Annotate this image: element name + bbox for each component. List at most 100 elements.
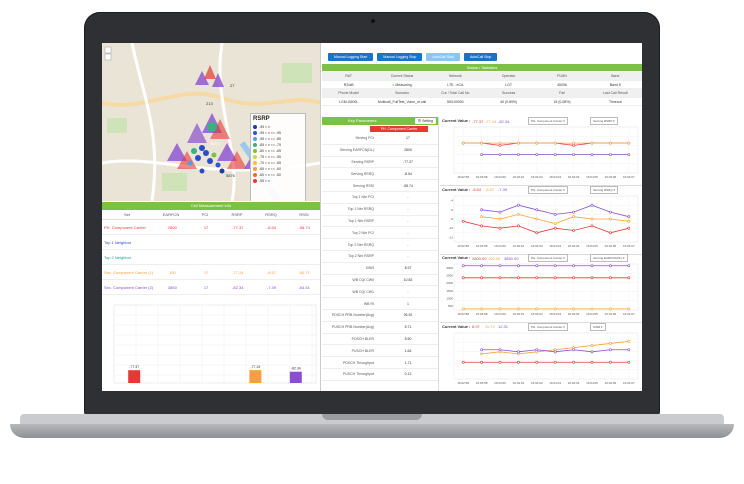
status-cell: Scenario (375, 89, 429, 98)
metric-dropdown[interactable]: Serving RSRQ ▾ (590, 185, 619, 194)
status-cell: Success (481, 89, 536, 98)
key-param-name: PDSCH BLER (351, 336, 374, 341)
logging-button-2[interactable]: AutoCall Start (426, 53, 460, 61)
series-point (480, 223, 484, 227)
logging-button-1[interactable]: Manual Logging Stop (377, 53, 423, 61)
time-tick-label: 16:04:05 (586, 244, 598, 248)
legend-label: -75 < x <= -55 (259, 155, 281, 159)
carrier-dropdown-label: PH. Component Carrier (531, 256, 563, 260)
cell-rssi (288, 250, 320, 265)
series-point (480, 307, 484, 311)
series-point (627, 276, 631, 280)
cell-pci: 17 (191, 265, 221, 280)
series-point (461, 141, 465, 145)
y-tick-label: 2500 (446, 274, 453, 278)
series-point (608, 341, 612, 345)
key-param-name: Serving RSSI (352, 183, 374, 188)
series-point (590, 217, 594, 220)
current-value: -77.24 (485, 118, 497, 124)
series-point (572, 228, 576, 232)
bar (289, 371, 302, 383)
key-param-value: -8.54 (404, 171, 412, 176)
key-param-row: WB CQI CW0 10.63 (322, 275, 438, 287)
series-point (535, 230, 539, 234)
cell-set: Top 2 Neighbor (102, 250, 154, 265)
rsrp-legend: RSRP -95 < x -95 < x <= -95 -95 < x <= -85… (250, 113, 306, 201)
series-point (517, 307, 520, 311)
y-tick-label: -4 (450, 198, 453, 202)
cell-header: RSSI (288, 211, 320, 220)
metric-dropdown[interactable]: SINR ▾ (590, 322, 606, 331)
metric-dropdown[interactable]: Serving RSRP ▾ (590, 117, 618, 125)
series-point (608, 276, 612, 280)
metric-dropdown-label: Serving EARFCN(DL) (593, 256, 623, 260)
map-view[interactable]: 27 213 5874 5876 RSRP -95 < x -95 < x <= … (102, 43, 320, 201)
logging-button-3[interactable]: AutoCall Stop (463, 53, 498, 61)
key-param-row: Top 1 Nbr RSRP - (322, 216, 438, 228)
cell-pci (191, 250, 221, 265)
carrier-dropdown[interactable]: PH. Component Carrier ▾ (528, 185, 568, 194)
pcc-badge[interactable]: PH. Component Carrier (370, 126, 428, 132)
trend-plot: 16:02:58 16:03:58 16:04:00 16:04:01 16:04:02… (453, 126, 639, 179)
series-point (608, 141, 612, 145)
table-row: Top 1 Neighbor (102, 235, 320, 250)
cell-set: Top 1 Neighbor (102, 235, 154, 250)
series-point (590, 360, 594, 364)
series-point (572, 141, 576, 145)
key-param-value: - (407, 289, 409, 294)
status-cell: ● Measuring (375, 81, 429, 89)
carrier-dropdown[interactable]: PH. Component Carrier ▾ (528, 254, 568, 262)
status-cell: Last Call Result (588, 89, 642, 98)
key-param-name: PDSCH Throughput (342, 360, 374, 365)
series-point (553, 153, 557, 157)
time-tick-label: 16:04:00 (494, 244, 506, 248)
cell-earfcn (153, 235, 192, 250)
cell-rssi: -58.74 (288, 220, 320, 235)
series-point (517, 264, 520, 268)
series-point (608, 210, 612, 214)
status-cell: R2/aB (322, 81, 376, 89)
key-param-name: WB CQI CW1 (352, 289, 374, 294)
key-param-value: 2800 (404, 148, 412, 153)
series-point (461, 307, 465, 311)
key-param-row: PDSCH Throughput 1.71 (322, 357, 438, 369)
status-cell: 40 (0.89%) (481, 98, 536, 106)
series-point (553, 226, 557, 230)
cell-label-4: 5876 (226, 173, 236, 178)
carrier-dropdown[interactable]: PH. Component Carrier ▾ (528, 322, 568, 331)
series-point (608, 307, 612, 311)
time-tick-label: 16:02:58 (457, 312, 469, 316)
time-tick-label: 16:03:58 (476, 312, 488, 316)
time-tick-label: 16:04:04 (568, 244, 580, 248)
series-point (627, 360, 631, 364)
status-cell: LGT (481, 81, 536, 89)
key-param-name: Top 1 Nbr RSRP (348, 218, 374, 223)
time-tick-label: 16:04:03 (549, 312, 561, 316)
metric-dropdown[interactable]: Serving EARFCN(DL) ▾ (590, 254, 628, 262)
series-point (535, 347, 539, 351)
series-point (553, 212, 557, 216)
cell-info-title: Cell Measurement Info (102, 202, 320, 210)
trend-chart: Current Value : -8.54 -8.57 -7.39 PH. Compon… (440, 185, 642, 255)
chevron-down-icon: ▾ (562, 187, 565, 192)
series-point (480, 141, 484, 145)
logging-button-0[interactable]: Manual Logging Start (328, 53, 374, 61)
carrier-dropdown-label: PH. Component Carrier (531, 324, 563, 329)
legend-label: -85 < x <= -75 (259, 143, 281, 147)
y-tick-label: 1500 (446, 289, 453, 293)
y-tick-label: 1000 (446, 297, 453, 301)
current-value-label: Current Value : (442, 118, 471, 123)
bar-value-label: -77.37 (129, 365, 139, 369)
time-tick-label: 16:04:00 (494, 381, 506, 385)
carrier-dropdown[interactable]: PH. Component Carrier ▾ (528, 117, 568, 125)
cell-rsrp (220, 250, 255, 265)
series-point (498, 143, 502, 147)
series-point (627, 347, 631, 351)
series-point (590, 307, 594, 311)
cell-pci: 17 (191, 220, 221, 235)
series-point (627, 141, 631, 145)
cell-earfcn: 3850 (153, 280, 192, 295)
key-param-row: Serving PCI 17 (322, 133, 438, 145)
key-param-value: 26.92 (403, 313, 413, 318)
setting-button[interactable]: ☰ Setting (414, 118, 436, 124)
